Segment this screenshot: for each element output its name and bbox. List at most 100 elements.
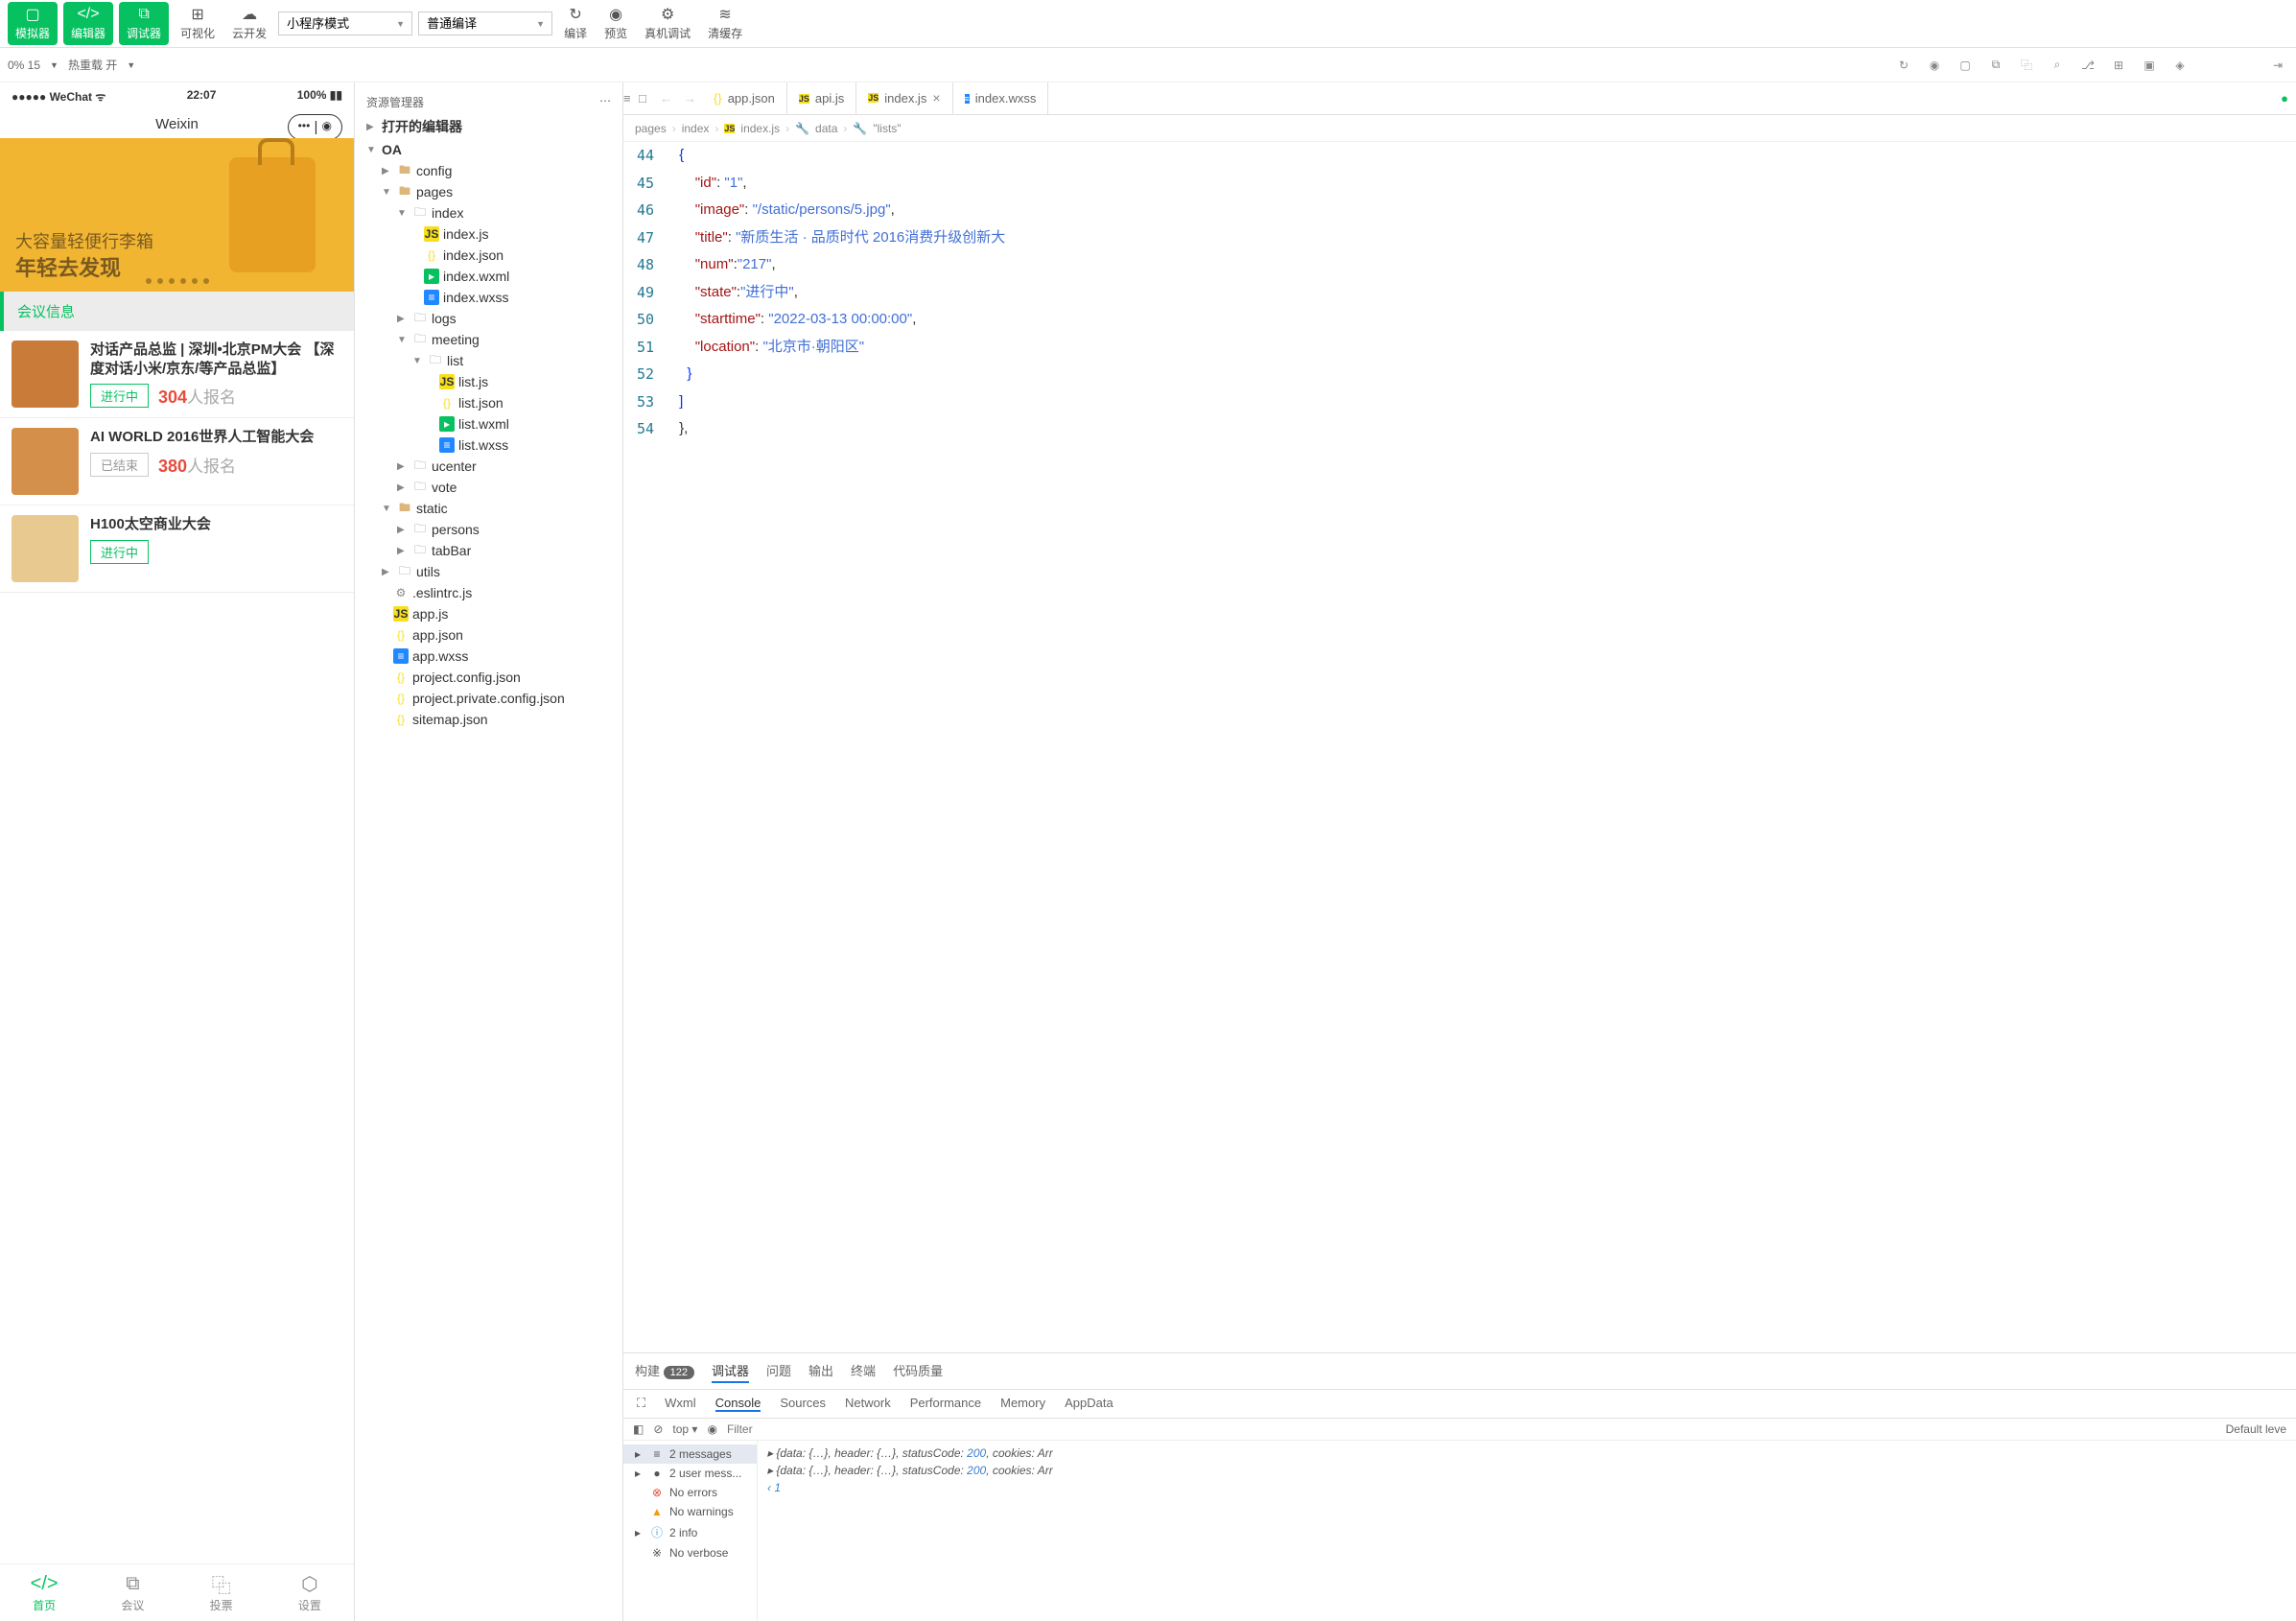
side-user[interactable]: ▸●2 user mess...	[623, 1464, 757, 1483]
tab-app-json[interactable]: {}app.json	[702, 82, 787, 114]
clipboard-icon[interactable]: ⿻	[2016, 55, 2037, 76]
side-messages[interactable]: ▸≡2 messages	[623, 1445, 757, 1464]
devtab-wxml[interactable]: Wxml	[665, 1396, 696, 1412]
crumb[interactable]: data	[815, 122, 837, 135]
copy-icon[interactable]: ⧉	[1985, 55, 2006, 76]
preview-button[interactable]: ◉预览	[598, 4, 633, 43]
record-icon[interactable]: ◉	[1924, 55, 1945, 76]
tree-file[interactable]: {}list.json	[355, 392, 622, 413]
capsule-buttons[interactable]: ••• | ◉	[288, 114, 342, 140]
console-output[interactable]: ▸ {data: {…}, header: {…}, statusCode: 2…	[758, 1441, 2296, 1621]
hot-reload-toggle[interactable]: 热重载 开	[68, 57, 117, 73]
editor-toggle[interactable]: </>编辑器	[63, 2, 113, 45]
level-select[interactable]: Default leve	[2226, 1422, 2286, 1436]
panel-tab-debugger[interactable]: 调试器	[712, 1359, 749, 1383]
tree-file[interactable]: JSapp.js	[355, 603, 622, 624]
side-warnings[interactable]: ▲No warnings	[623, 1502, 757, 1521]
back-icon[interactable]: ←	[660, 82, 672, 114]
side-verbose[interactable]: ※No verbose	[623, 1543, 757, 1562]
clear-cache-button[interactable]: ≋清缓存	[702, 4, 748, 43]
devtab-sources[interactable]: Sources	[780, 1396, 826, 1412]
tree-file[interactable]: JSindex.js	[355, 223, 622, 245]
filter-input[interactable]	[727, 1422, 2216, 1436]
tab-settings[interactable]: ⬡设置	[266, 1564, 354, 1621]
meeting-item[interactable]: H100太空商业大会 进行中	[0, 505, 354, 593]
tree-file[interactable]: JSlist.js	[355, 371, 622, 392]
tree-file[interactable]: ≡index.wxss	[355, 287, 622, 308]
side-info[interactable]: ▸ⓘ2 info	[623, 1521, 757, 1543]
search-icon[interactable]: ⌕	[2047, 55, 2068, 76]
tree-folder-logs[interactable]: ▶🗀logs	[355, 308, 622, 329]
zoom-label[interactable]: 0% 15	[8, 59, 40, 72]
branch-icon[interactable]: ⎇	[2077, 55, 2098, 76]
devtab-performance[interactable]: Performance	[910, 1396, 981, 1412]
log-entry[interactable]: ▸ {data: {…}, header: {…}, statusCode: 2…	[767, 1462, 2286, 1479]
tree-folder-vote[interactable]: ▶🗀vote	[355, 477, 622, 498]
tree-folder-index[interactable]: ▼🗀index	[355, 202, 622, 223]
tree-file[interactable]: {}index.json	[355, 245, 622, 266]
mode-select[interactable]: 小程序模式	[278, 12, 412, 35]
sidebar-toggle-icon[interactable]: ◧	[633, 1422, 644, 1436]
forward-icon[interactable]: →	[684, 82, 696, 114]
tree-file[interactable]: {}sitemap.json	[355, 709, 622, 730]
panel-tab-quality[interactable]: 代码质量	[893, 1359, 943, 1383]
panel-tab-output[interactable]: 输出	[808, 1359, 833, 1383]
tree-file[interactable]: ⚙.eslintrc.js	[355, 582, 622, 603]
tree-folder-meeting[interactable]: ▼🗀meeting	[355, 329, 622, 350]
panel-tab-terminal[interactable]: 终端	[851, 1359, 876, 1383]
devtab-memory[interactable]: Memory	[1000, 1396, 1045, 1412]
tree-folder-pages[interactable]: ▼🖿pages	[355, 181, 622, 202]
tree-file[interactable]: ▸index.wxml	[355, 266, 622, 287]
tree-folder-tabbar[interactable]: ▶🗀tabBar	[355, 540, 622, 561]
refresh-icon[interactable]: ↻	[1893, 55, 1914, 76]
crumb[interactable]: pages	[635, 122, 667, 135]
grid-icon[interactable]: ⊞	[2108, 55, 2129, 76]
compile-select[interactable]: 普通编译	[418, 12, 552, 35]
crumb[interactable]: "lists"	[873, 122, 901, 135]
devtab-network[interactable]: Network	[845, 1396, 891, 1412]
tree-file[interactable]: {}project.config.json	[355, 667, 622, 688]
tree-file[interactable]: ▸list.wxml	[355, 413, 622, 435]
tab-home[interactable]: </>首页	[0, 1564, 88, 1621]
devtab-console[interactable]: Console	[715, 1396, 761, 1412]
context-select[interactable]: top ▾	[672, 1422, 697, 1436]
swiper-banner[interactable]: 大容量轻便行李箱 年轻去发现	[0, 138, 354, 292]
tree-open-editors[interactable]: ▶打开的编辑器	[355, 114, 622, 139]
package-icon[interactable]: ▣	[2139, 55, 2160, 76]
console-prompt[interactable]: ‹ 1	[767, 1479, 2286, 1496]
crumb[interactable]: index.js	[740, 122, 780, 135]
devtab-appdata[interactable]: AppData	[1065, 1396, 1113, 1412]
tab-api-js[interactable]: JSapi.js	[787, 82, 856, 114]
tab-vote[interactable]: ⿻投票	[177, 1564, 266, 1621]
tree-folder-ucenter[interactable]: ▶🗀ucenter	[355, 456, 622, 477]
remote-debug-button[interactable]: ⚙真机调试	[639, 4, 696, 43]
close-icon[interactable]: ×	[932, 90, 940, 106]
visualize-button[interactable]: ⊞可视化	[175, 4, 221, 43]
tab-meeting[interactable]: ⧉会议	[88, 1564, 176, 1621]
panel-tab-issues[interactable]: 问题	[766, 1359, 791, 1383]
simulator-toggle[interactable]: ▢模拟器	[8, 2, 58, 45]
log-entry[interactable]: ▸ {data: {…}, header: {…}, statusCode: 2…	[767, 1445, 2286, 1462]
tree-folder-config[interactable]: ▶🖿config	[355, 160, 622, 181]
tree-folder-list[interactable]: ▼🗀list	[355, 350, 622, 371]
compile-button[interactable]: ↻编译	[558, 4, 593, 43]
code-editor[interactable]: 4445464748495051525354 { "id": "1", "ima…	[623, 142, 2296, 1352]
tab-index-js[interactable]: JSindex.js×	[856, 82, 952, 114]
tree-root[interactable]: ▼OA	[355, 139, 622, 160]
tree-file[interactable]: {}app.json	[355, 624, 622, 646]
indent-icon[interactable]: ⇥	[2267, 55, 2288, 76]
code-body[interactable]: { "id": "1", "image": "/static/persons/5…	[668, 142, 1017, 1352]
device-icon[interactable]: ▢	[1955, 55, 1976, 76]
debugger-toggle[interactable]: ⧉调试器	[119, 2, 169, 45]
inspect-icon[interactable]: ⛶	[637, 1396, 645, 1412]
tree-file[interactable]: ≡list.wxss	[355, 435, 622, 456]
panel-tab-build[interactable]: 构建 122	[635, 1359, 694, 1383]
tree-file[interactable]: ≡app.wxss	[355, 646, 622, 667]
tab-index-wxss[interactable]: ≡index.wxss	[953, 82, 1049, 114]
clear-icon[interactable]: ⊘	[653, 1422, 663, 1436]
meeting-item[interactable]: AI WORLD 2016世界人工智能大会 已结束 380人报名	[0, 418, 354, 505]
side-errors[interactable]: ⊗No errors	[623, 1483, 757, 1502]
more-icon[interactable]: ⋯	[599, 94, 611, 110]
tree-file[interactable]: {}project.private.config.json	[355, 688, 622, 709]
tree-folder-utils[interactable]: ▶🗀utils	[355, 561, 622, 582]
